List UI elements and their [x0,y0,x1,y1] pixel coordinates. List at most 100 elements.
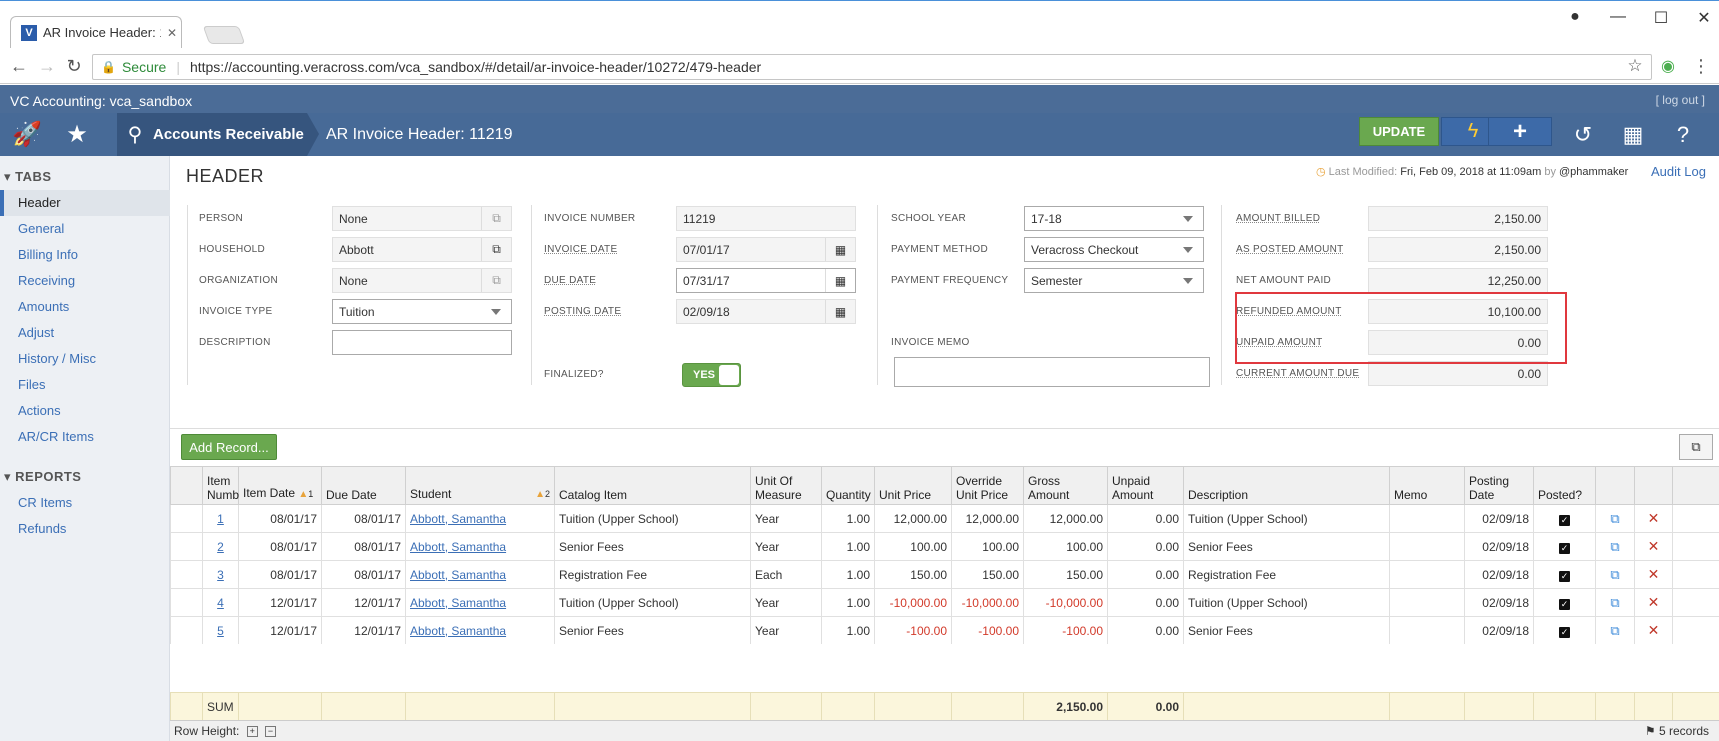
delete-icon[interactable]: ✕ [1648,538,1660,554]
sidebar-item-header[interactable]: Header [0,190,170,216]
student-link[interactable]: Abbott, Samantha [410,596,506,610]
search-icon[interactable]: ⚲ [117,122,153,147]
open-link-icon[interactable]: ⧉ [481,207,511,230]
col-quantity[interactable]: Quantity [821,466,875,505]
table-row[interactable]: 4 12/01/17 12/01/17 Abbott, Samantha Tuition… [170,588,1719,617]
table-row[interactable]: 5 12/01/17 12/01/17 Abbott, Samantha Senior … [170,616,1719,645]
col-unit-of-measure[interactable]: Unit Of Measure [750,466,822,505]
open-link-icon[interactable]: ⧉ [481,238,511,261]
invoice-memo-textarea[interactable] [894,357,1210,387]
calendar-icon[interactable]: ▦ [825,238,855,261]
breadcrumb-module[interactable]: ⚲ Accounts Receivable [117,113,307,156]
school-year-select[interactable]: 17-18 [1024,206,1204,231]
row-selector[interactable] [170,504,203,533]
row-selector[interactable] [170,560,203,589]
sidebar-item-receiving[interactable]: Receiving [0,268,170,294]
row-selector[interactable] [170,588,203,617]
extension-icon[interactable]: ◉ [1657,56,1679,76]
item-number-link[interactable]: 4 [217,596,224,610]
col-due-date[interactable]: Due Date [321,466,406,505]
col-item-date[interactable]: Item Date ▲1 [238,466,322,505]
sidebar-item-adjust[interactable]: Adjust [0,320,170,346]
sidebar-item-cr-items[interactable]: CR Items [0,490,170,516]
table-row[interactable]: 3 08/01/17 08/01/17 Abbott, Samantha Registr… [170,560,1719,589]
help-icon[interactable]: ? [1661,113,1705,156]
col-student[interactable]: Student ▲2 [405,466,555,505]
table-row[interactable]: 1 08/01/17 08/01/17 Abbott, Samantha Tuition… [170,504,1719,533]
browser-menu-icon[interactable]: ⋮ [1690,56,1712,77]
open-record-icon[interactable]: ⧉ [1610,511,1619,526]
item-number-link[interactable]: 5 [217,624,224,638]
rocket-icon[interactable]: 🚀 [4,113,50,156]
open-record-icon[interactable]: ⧉ [1610,595,1619,610]
row-selector[interactable] [170,532,203,561]
add-record-button[interactable]: Add Record... [181,434,277,460]
calendar-icon[interactable]: ▦ [825,300,855,323]
row-height-increase-icon[interactable]: + [246,726,258,738]
back-icon[interactable]: ← [8,56,30,77]
sidebar-item-billing-info[interactable]: Billing Info [0,242,170,268]
open-record-icon[interactable]: ⧉ [1610,623,1619,638]
sidebar-tabs-heading[interactable]: ▾ TABS [4,169,52,185]
finalized-toggle[interactable]: YES [682,363,741,387]
col-override-unit-price[interactable]: Override Unit Price [951,466,1024,505]
payment-method-select[interactable]: Veracross Checkout [1024,237,1204,262]
close-tab-icon[interactable]: ✕ [167,26,177,40]
sidebar-reports-heading[interactable]: ▾ REPORTS [4,469,81,485]
url-bar[interactable]: 🔒 Secure | https://accounting.veracross.… [92,54,1652,80]
sidebar-item-amounts[interactable]: Amounts [0,294,170,320]
grid-apps-icon[interactable]: ▦ [1611,113,1655,156]
minimize-icon[interactable]: — [1608,8,1628,26]
col-item-number[interactable]: Item Numb [202,466,239,505]
row-selector[interactable] [170,616,203,645]
payment-frequency-select[interactable]: Semester [1024,268,1204,293]
col-posted[interactable]: Posted? [1533,466,1596,505]
profile-icon[interactable]: ● [1565,8,1585,26]
item-number-link[interactable]: 1 [217,512,224,526]
logout-link[interactable]: [ log out ] [1656,93,1705,107]
col-catalog-item[interactable]: Catalog Item [554,466,751,505]
delete-icon[interactable]: ✕ [1648,622,1660,638]
student-link[interactable]: Abbott, Samantha [410,624,506,638]
col-unit-price[interactable]: Unit Price [874,466,952,505]
reload-icon[interactable]: ↻ [63,56,85,77]
item-number-link[interactable]: 3 [217,568,224,582]
maximize-icon[interactable]: ☐ [1651,8,1671,28]
open-record-icon[interactable]: ⧉ [1610,567,1619,582]
forward-icon[interactable]: → [36,56,58,77]
star-icon[interactable]: ★ [54,113,100,156]
delete-icon[interactable]: ✕ [1648,510,1660,526]
sidebar-item-actions[interactable]: Actions [0,398,170,424]
open-link-icon[interactable]: ⧉ [481,269,511,292]
col-description[interactable]: Description [1183,466,1390,505]
col-gross-amount[interactable]: Gross Amount [1023,466,1108,505]
student-link[interactable]: Abbott, Samantha [410,540,506,554]
item-number-link[interactable]: 2 [217,540,224,554]
calendar-icon[interactable]: ▦ [825,269,855,292]
col-posting-date[interactable]: Posting Date [1464,466,1534,505]
row-height-decrease-icon[interactable]: − [265,726,277,738]
col-unpaid-amount[interactable]: Unpaid Amount [1107,466,1184,505]
delete-icon[interactable]: ✕ [1648,594,1660,610]
add-plus-icon[interactable]: + [1488,117,1552,146]
col-memo[interactable]: Memo [1389,466,1465,505]
student-link[interactable]: Abbott, Samantha [410,568,506,582]
invoice-type-select[interactable]: Tuition [332,299,512,324]
due-date-input[interactable]: 07/31/17 ▦ [676,268,856,293]
sidebar-item-ar-cr-items[interactable]: AR/CR Items [0,424,170,450]
browser-tab-active[interactable]: V AR Invoice Header: 11219 ✕ [10,16,182,48]
delete-icon[interactable]: ✕ [1648,566,1660,582]
sidebar-item-general[interactable]: General [0,216,170,242]
student-link[interactable]: Abbott, Samantha [410,512,506,526]
sidebar-item-refunds[interactable]: Refunds [0,516,170,542]
description-input[interactable] [332,330,512,355]
open-record-icon[interactable]: ⧉ [1610,539,1619,554]
sidebar-item-files[interactable]: Files [0,372,170,398]
table-row[interactable]: 2 08/01/17 08/01/17 Abbott, Samantha Senior … [170,532,1719,561]
sidebar-item-history-misc[interactable]: History / Misc [0,346,170,372]
update-button[interactable]: UPDATE [1359,117,1439,146]
history-icon[interactable]: ↺ [1561,113,1605,156]
export-icon[interactable]: ⧉ [1679,434,1713,460]
new-tab-button[interactable] [202,26,246,44]
bookmark-star-icon[interactable]: ☆ [1624,56,1646,76]
